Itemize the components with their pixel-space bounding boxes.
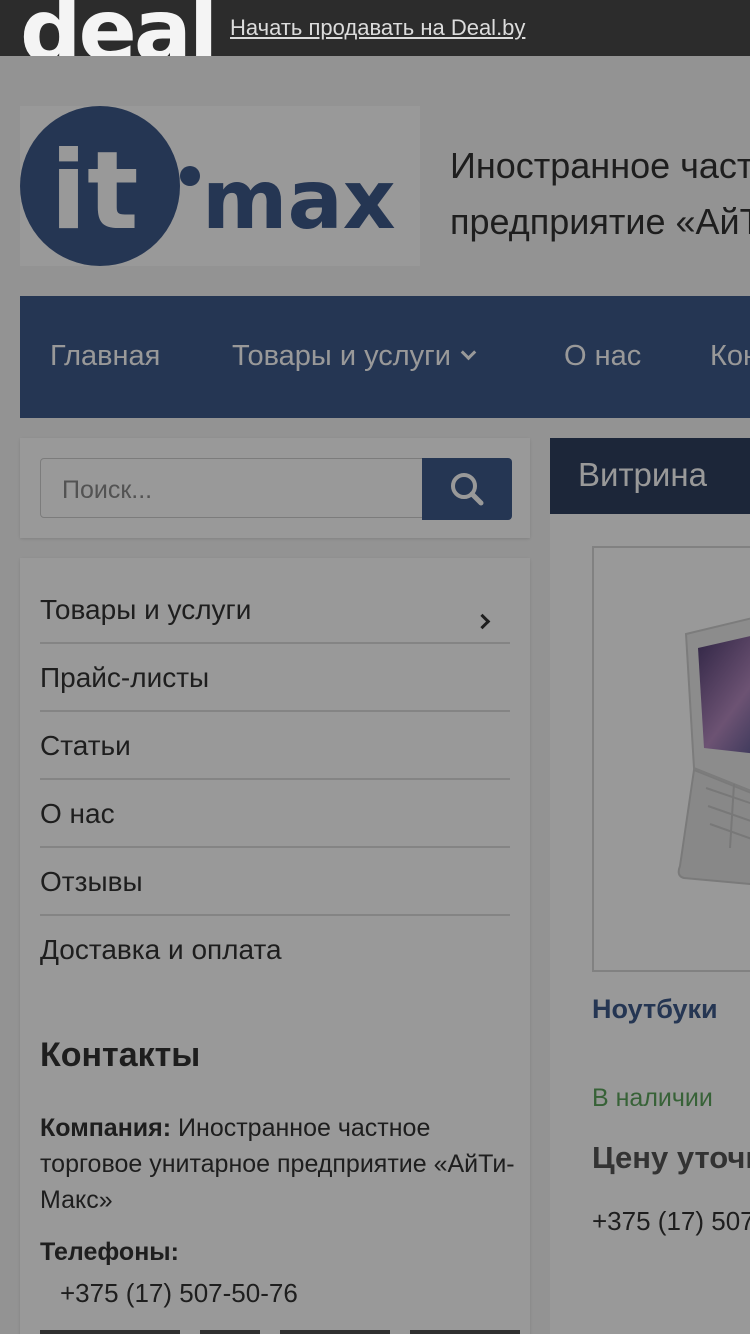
sidebar-menu: Товары и услуги Прайс-листы Статьи О нас…: [20, 558, 530, 1334]
sidebar-item-label: О нас: [40, 798, 115, 829]
contacts-heading: Контакты: [40, 1036, 201, 1074]
sidebar-item-label: Прайс-листы: [40, 662, 210, 693]
top-bar: deal Начать продавать на Deal.by: [0, 0, 750, 74]
chevron-down-icon: [460, 344, 477, 361]
company-title-line-1: Иностранное частное: [450, 145, 750, 186]
phones-label: Телефоны:: [40, 1238, 179, 1266]
laptop-image: [677, 617, 750, 886]
nav-item-label: Товары и услуги: [232, 340, 451, 372]
search-input[interactable]: Поиск...: [40, 458, 424, 518]
company-label: Компания:: [40, 1114, 172, 1142]
sidebar-item-articles[interactable]: Статьи: [40, 712, 510, 780]
nav-item-products[interactable]: Товары и услуги: [232, 340, 477, 373]
showcase-header: Витрина: [550, 438, 750, 514]
sidebar-item-label: Статьи: [40, 730, 131, 761]
start-selling-link[interactable]: Начать продавать на Deal.by: [230, 15, 525, 41]
showcase-title: Витрина: [578, 456, 707, 493]
sidebar-item-label: Отзывы: [40, 866, 143, 897]
sidebar-item-about[interactable]: О нас: [40, 780, 510, 848]
search-placeholder: Поиск...: [62, 476, 153, 504]
nav-item-home[interactable]: Главная: [50, 340, 160, 373]
company-title-line-2: предприятие «АйТи-Макс»: [450, 201, 750, 242]
nav-item-label: О нас: [564, 340, 642, 372]
sidebar-item-price-lists[interactable]: Прайс-листы: [40, 644, 510, 712]
nav-item-contacts[interactable]: Контакты: [710, 340, 750, 373]
itmax-logo-image: it max: [20, 106, 396, 266]
sidebar-item-products[interactable]: Товары и услуги: [40, 576, 510, 644]
logo-it-text: it: [50, 129, 139, 254]
product-title-link[interactable]: Ноутбуки: [592, 994, 718, 1025]
search-panel: Поиск...: [20, 438, 530, 538]
logo-max-text: max: [202, 153, 396, 248]
main-nav: Главная Товары и услуги О нас Контакты: [20, 296, 750, 418]
itmax-logo[interactable]: it max: [20, 106, 420, 266]
phone-number[interactable]: +375 (17) 507-50-76: [60, 1278, 298, 1309]
chevron-right-icon: [474, 613, 491, 630]
search-icon: [451, 473, 484, 506]
showcase-panel: Ноутбуки В наличии Цену уточняйте +375 (…: [550, 514, 750, 1334]
nav-item-label: Контакты: [710, 340, 750, 372]
product-price: Цену уточняйте: [592, 1140, 750, 1175]
search-button[interactable]: [422, 458, 512, 520]
company-title: Иностранное частное предприятие «АйТи-Ма…: [450, 138, 750, 250]
product-image[interactable]: [592, 546, 750, 972]
sidebar-item-label: Товары и услуги: [40, 594, 252, 625]
sidebar-item-label: Доставка и оплата: [40, 934, 282, 965]
company-info: Компания: Иностранное частное торговое у…: [40, 1110, 520, 1218]
sidebar-item-reviews[interactable]: Отзывы: [40, 848, 510, 916]
nav-item-label: Главная: [50, 340, 161, 372]
cut-off-text-row: [40, 1330, 520, 1334]
page: it max Иностранное частное предприятие «…: [0, 56, 750, 1334]
availability-status: В наличии: [592, 1084, 713, 1112]
nav-item-about[interactable]: О нас: [564, 340, 641, 373]
sidebar-item-delivery[interactable]: Доставка и оплата: [40, 916, 510, 984]
product-phone[interactable]: +375 (17) 507-50-76: [592, 1206, 750, 1237]
